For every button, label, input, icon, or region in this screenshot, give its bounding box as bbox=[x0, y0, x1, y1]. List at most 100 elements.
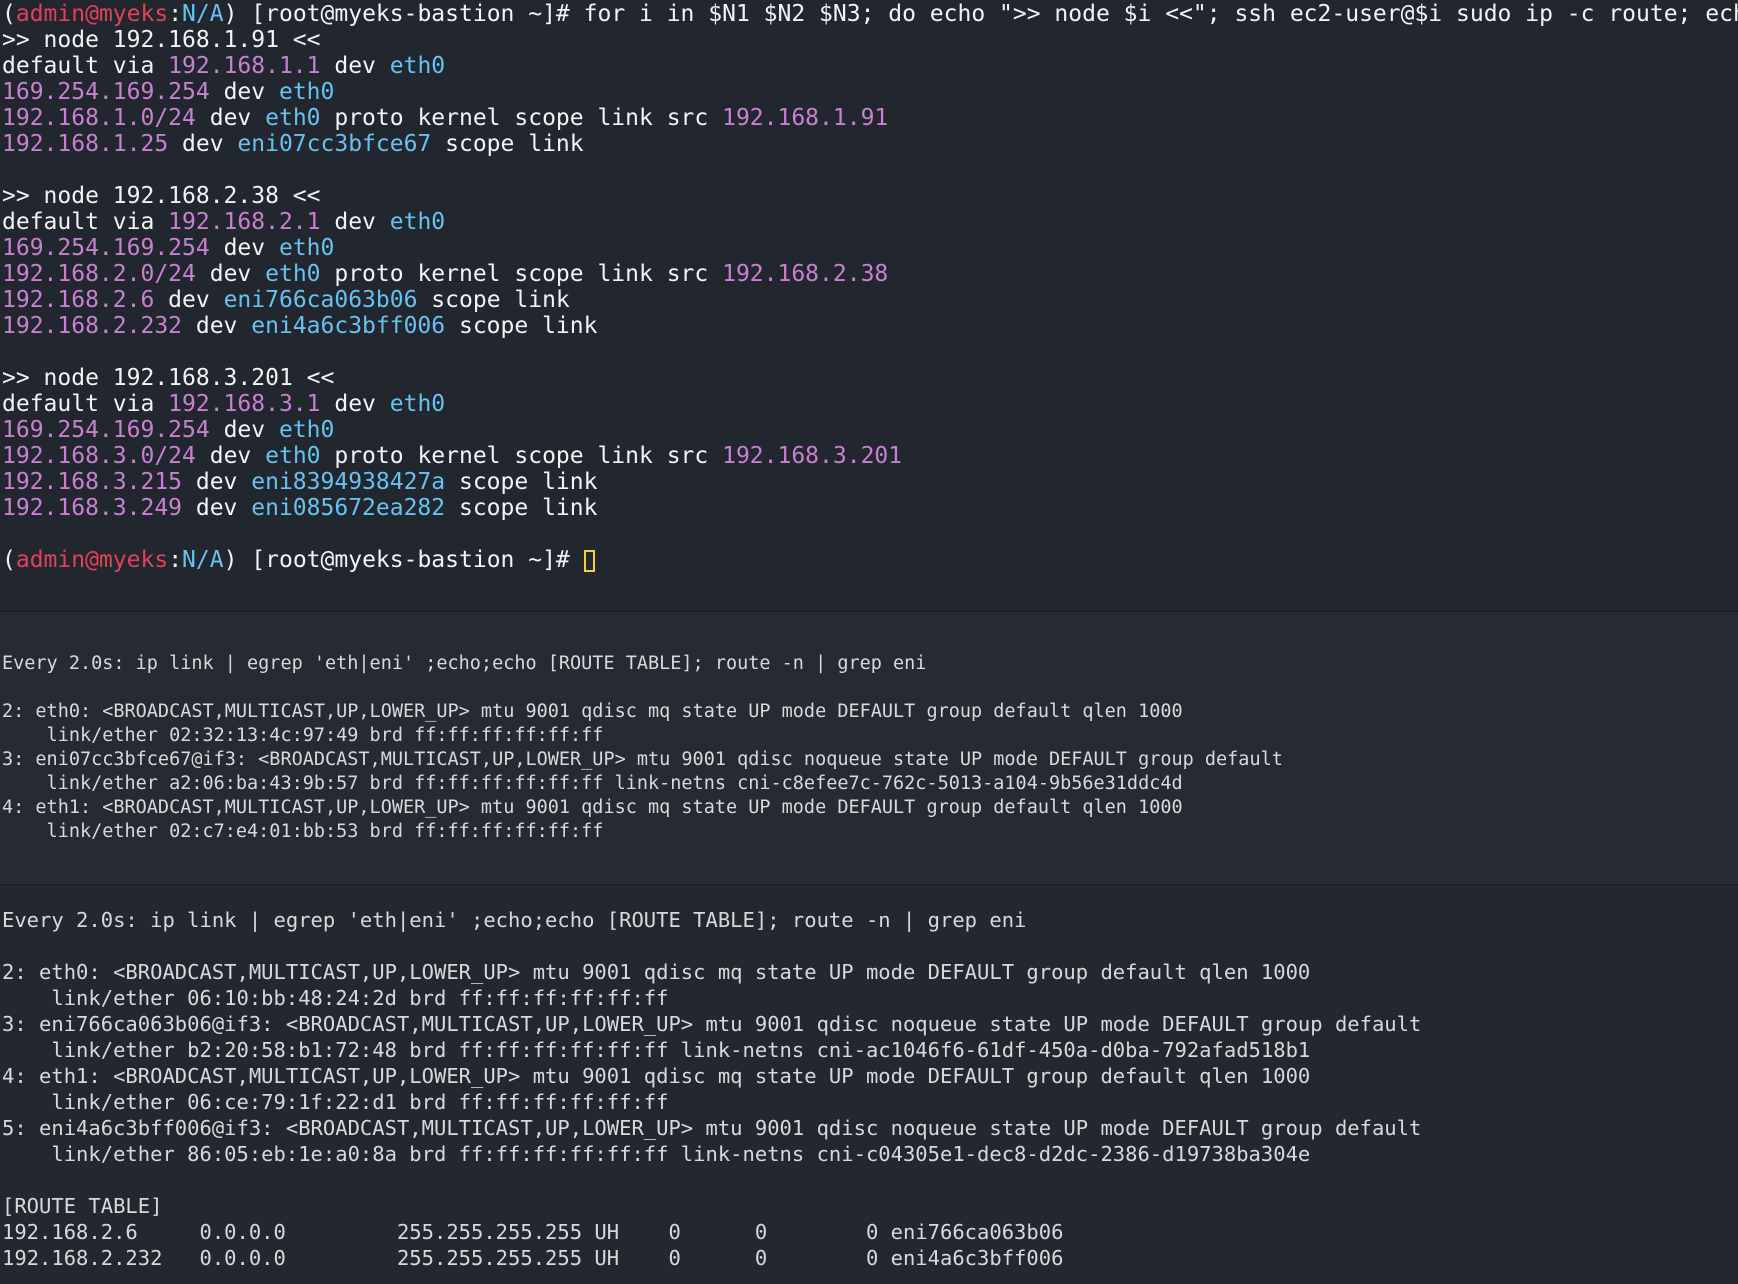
link-line: 4: eth1: <BROADCAST,MULTICAST,UP,LOWER_U… bbox=[2, 797, 1183, 818]
command-text: for i in $N1 $N2 $N3; do echo ">> node $… bbox=[583, 1, 1738, 27]
link-line: 4: eth1: <BROADCAST,MULTICAST,UP,LOWER_U… bbox=[2, 1064, 1311, 1088]
keyword: dev bbox=[195, 261, 266, 287]
prompt-paren: ( bbox=[2, 547, 16, 573]
node-header: >> node 192.168.3.201 << bbox=[2, 365, 335, 391]
pod-ip: 192.168.3.215 bbox=[2, 469, 183, 495]
interface-name: eth0 bbox=[265, 443, 321, 469]
route-table-label: [ROUTE TABLE] bbox=[2, 1194, 163, 1218]
link-line: link/ether a2:06:ba:43:9b:57 brd ff:ff:f… bbox=[2, 773, 1183, 794]
keyword: proto kernel scope link src bbox=[320, 261, 723, 287]
link-line: 3: eni07cc3bfce67@if3: <BROADCAST,MULTIC… bbox=[2, 749, 1283, 770]
route-table-row: 192.168.2.6 0.0.0.0 255.255.255.255 UH 0… bbox=[2, 1220, 1064, 1244]
interface-name: eni8394938427a bbox=[251, 469, 446, 495]
link-line: link/ether b2:20:58:b1:72:48 brd ff:ff:f… bbox=[2, 1038, 1311, 1062]
link-line: link/ether 02:c7:e4:01:bb:53 brd ff:ff:f… bbox=[2, 821, 604, 842]
interface-name: eth0 bbox=[265, 261, 321, 287]
keyword: dev bbox=[320, 209, 390, 235]
interface-name: eni766ca063b06 bbox=[223, 287, 418, 313]
keyword: dev bbox=[209, 79, 279, 105]
keyword: dev bbox=[154, 287, 224, 313]
link-line: 2: eth0: <BROADCAST,MULTICAST,UP,LOWER_U… bbox=[2, 701, 1183, 722]
prompt-paren: ( bbox=[2, 1, 16, 27]
route-table-row: 192.168.2.232 0.0.0.0 255.255.255.255 UH… bbox=[2, 1246, 1064, 1270]
route-subnet: 192.168.3.0/24 dev eth0 proto kernel sco… bbox=[2, 443, 1738, 469]
terminal-pane-watch-node1[interactable]: Every 2.0s: ip link | egrep 'eth|eni' ;e… bbox=[0, 612, 1738, 885]
node-header: >> node 192.168.1.91 << bbox=[2, 27, 321, 53]
keyword: dev bbox=[168, 131, 238, 157]
keyword: proto kernel scope link src bbox=[320, 443, 723, 469]
keyword: dev bbox=[320, 53, 390, 79]
source-ip: 192.168.3.201 bbox=[722, 443, 903, 469]
interface-name: eth0 bbox=[389, 391, 446, 417]
interface-name: eth0 bbox=[389, 209, 446, 235]
metadata-ip: 169.254.169.254 bbox=[2, 417, 210, 443]
keyword: scope link bbox=[431, 131, 584, 157]
route-default: default via 192.168.2.1 dev eth0 bbox=[2, 209, 1738, 235]
route-default: default via 192.168.3.1 dev eth0 bbox=[2, 391, 1738, 417]
link-line: link/ether 06:ce:79:1f:22:d1 brd ff:ff:f… bbox=[2, 1090, 669, 1114]
keyword: scope link bbox=[445, 313, 598, 339]
gateway-ip: 192.168.3.1 bbox=[168, 391, 321, 417]
route-pod: 192.168.2.232 dev eni4a6c3bff006 scope l… bbox=[2, 313, 1738, 339]
keyword: dev bbox=[209, 235, 279, 261]
watch-header: Every 2.0s: ip link | egrep 'eth|eni' ;e… bbox=[2, 908, 1027, 932]
route-metadata: 169.254.169.254 dev eth0 bbox=[2, 235, 1738, 261]
link-line: link/ether 86:05:eb:1e:a0:8a brd ff:ff:f… bbox=[2, 1142, 1311, 1166]
prompt-colon: : bbox=[168, 1, 183, 27]
terminal-pane-shell[interactable]: (admin@myeks:N/A) [root@myeks-bastion ~]… bbox=[0, 0, 1738, 612]
interface-name: eth0 bbox=[278, 79, 335, 105]
keyword: dev bbox=[182, 495, 252, 521]
prompt-host: ) [root@myeks-bastion ~]# bbox=[223, 1, 584, 27]
pod-ip: 192.168.3.249 bbox=[2, 495, 183, 521]
prompt-line[interactable]: (admin@myeks:N/A) [root@myeks-bastion ~]… bbox=[2, 547, 1738, 573]
prompt-host: ) [root@myeks-bastion ~]# bbox=[223, 547, 584, 573]
interface-name: eth0 bbox=[278, 235, 335, 261]
prompt-context: N/A bbox=[182, 547, 224, 573]
prompt-user: admin@myeks bbox=[15, 547, 169, 573]
route-pod: 192.168.3.249 dev eni085672ea282 scope l… bbox=[2, 495, 1738, 521]
link-line: 2: eth0: <BROADCAST,MULTICAST,UP,LOWER_U… bbox=[2, 960, 1311, 984]
link-line: link/ether 06:10:bb:48:24:2d brd ff:ff:f… bbox=[2, 986, 669, 1010]
route-metadata: 169.254.169.254 dev eth0 bbox=[2, 79, 1738, 105]
route-pod: 192.168.3.215 dev eni8394938427a scope l… bbox=[2, 469, 1738, 495]
interface-name: eni4a6c3bff006 bbox=[251, 313, 446, 339]
route-subnet: 192.168.2.0/24 dev eth0 proto kernel sco… bbox=[2, 261, 1738, 287]
watch-header: Every 2.0s: ip link | egrep 'eth|eni' ;e… bbox=[2, 653, 927, 674]
terminal-pane-watch-node2[interactable]: Every 2.0s: ip link | egrep 'eth|eni' ;e… bbox=[0, 885, 1738, 1284]
subnet-cidr: 192.168.3.0/24 bbox=[2, 443, 196, 469]
pod-ip: 192.168.1.25 bbox=[2, 131, 169, 157]
keyword: dev bbox=[182, 469, 252, 495]
interface-name: eth0 bbox=[265, 105, 321, 131]
link-line: link/ether 02:32:13:4c:97:49 brd ff:ff:f… bbox=[2, 725, 604, 746]
source-ip: 192.168.1.91 bbox=[722, 105, 889, 131]
gateway-ip: 192.168.2.1 bbox=[168, 209, 321, 235]
prompt-context: N/A bbox=[182, 1, 224, 27]
keyword: scope link bbox=[445, 469, 598, 495]
keyword: dev bbox=[195, 105, 266, 131]
route-pod: 192.168.2.6 dev eni766ca063b06 scope lin… bbox=[2, 287, 1738, 313]
pod-ip: 192.168.2.232 bbox=[2, 313, 183, 339]
keyword: default via bbox=[2, 209, 169, 235]
prompt-user: admin@myeks bbox=[15, 1, 169, 27]
link-line: 3: eni766ca063b06@if3: <BROADCAST,MULTIC… bbox=[2, 1012, 1422, 1036]
text-cursor[interactable] bbox=[583, 550, 595, 572]
route-pod: 192.168.1.25 dev eni07cc3bfce67 scope li… bbox=[2, 131, 1738, 157]
prompt-colon: : bbox=[168, 547, 183, 573]
keyword: default via bbox=[2, 391, 169, 417]
interface-name: eth0 bbox=[278, 417, 335, 443]
route-subnet: 192.168.1.0/24 dev eth0 proto kernel sco… bbox=[2, 105, 1738, 131]
pod-ip: 192.168.2.6 bbox=[2, 287, 155, 313]
keyword: dev bbox=[209, 417, 279, 443]
source-ip: 192.168.2.38 bbox=[722, 261, 889, 287]
interface-name: eni085672ea282 bbox=[251, 495, 446, 521]
metadata-ip: 169.254.169.254 bbox=[2, 235, 210, 261]
link-line: 5: eni4a6c3bff006@if3: <BROADCAST,MULTIC… bbox=[2, 1116, 1422, 1140]
keyword: dev bbox=[182, 313, 252, 339]
keyword: scope link bbox=[417, 287, 570, 313]
gateway-ip: 192.168.1.1 bbox=[168, 53, 321, 79]
